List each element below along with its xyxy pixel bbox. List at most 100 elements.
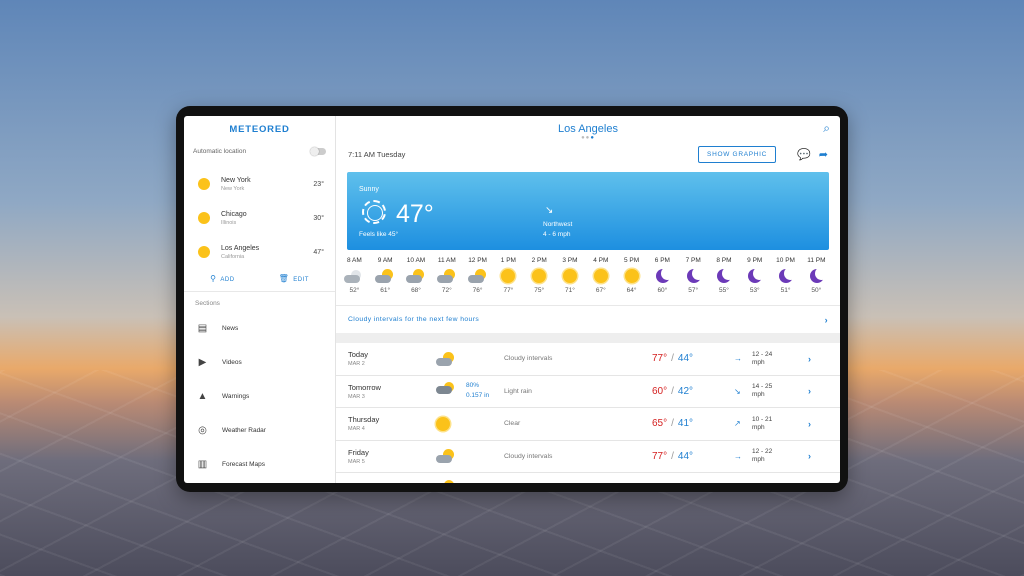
day-date: MAR 3 — [348, 393, 365, 400]
hour-temp: 67° — [595, 287, 606, 294]
day-date: MAR 5 — [348, 458, 365, 465]
hour-temp: 64° — [626, 287, 637, 294]
hour-time: 8 AM — [346, 257, 362, 264]
location-pin-icon: ⚲ — [210, 273, 217, 283]
city-region: Illinois — [221, 219, 237, 226]
hour-temp: 68° — [411, 287, 421, 294]
hour-temp: 75° — [534, 287, 545, 294]
sun-icon — [624, 269, 639, 283]
section-item-warnings[interactable]: ▲ Warnings — [184, 379, 335, 413]
hour-time: 4 PM — [593, 257, 609, 264]
daily-row[interactable]: Thursday MAR 4 Clear 65°/41° ↗ 10 - 21 mph › — [336, 408, 840, 441]
current-conditions-card: Sunny 47° Feels like 45° ↘ Northwest 4 -… — [347, 172, 829, 250]
day-date: MAR 4 — [348, 426, 365, 433]
city-temp: 47° — [313, 248, 324, 256]
city-title: Los Angeles — [558, 123, 618, 135]
section-label: News — [222, 324, 239, 332]
high-temp: 77° — [652, 450, 668, 462]
news-icon: ▤ — [197, 322, 208, 334]
day-icon-wrap — [436, 449, 466, 464]
hour-time: 9 PM — [747, 257, 763, 264]
section-item-videos[interactable]: ▶ Videos — [184, 345, 335, 379]
show-graphic-button[interactable]: SHOW GRAPHIC — [698, 145, 777, 163]
wind-direction-arrow-icon: ↘ — [545, 205, 554, 216]
hour-temp: 71° — [565, 287, 575, 294]
high-temp: 60° — [652, 385, 668, 397]
wind-arrow-icon: → — [734, 354, 742, 364]
day-wind: 12 - 22 mph — [752, 448, 808, 464]
hour-item: 8 AM 52° — [339, 257, 370, 294]
temp-separator: / — [671, 353, 674, 365]
hour-time: 11 AM — [437, 257, 456, 264]
day-wind: 14 - 25 mph — [752, 383, 808, 399]
wind-unit: mph — [752, 456, 765, 464]
chevron-right-icon: › — [808, 418, 811, 429]
daily-row[interactable]: Friday MAR 5 Cloudy intervals 77°/44° → 12 - … — [336, 441, 840, 473]
hour-time: 8 PM — [716, 257, 732, 264]
hour-item: 2 PM 75° — [524, 257, 555, 294]
wind-arrow-icon: ↗ — [734, 419, 741, 429]
sun-icon — [562, 269, 577, 283]
section-item-weather-radar[interactable]: ◎ Weather Radar — [184, 413, 335, 447]
chat-icon[interactable]: 💬 — [797, 148, 811, 161]
hour-time: 3 PM — [562, 257, 578, 264]
edit-cities-button[interactable]: 🗑 EDIT — [279, 274, 309, 283]
city-item[interactable]: New York New York 23° — [184, 167, 335, 201]
hour-icon-wrap — [401, 267, 432, 285]
hour-icon-wrap — [431, 267, 462, 285]
moon-icon — [717, 266, 736, 284]
section-item-news[interactable]: ▤ News — [184, 311, 335, 345]
section-label: Videos — [222, 358, 242, 366]
hour-time: 10 PM — [776, 257, 795, 264]
city-item[interactable]: Los Angeles California 47° — [184, 235, 335, 269]
share-icon[interactable]: ➦ — [819, 148, 828, 161]
wind-range: 12 - 22 — [752, 448, 773, 456]
sun-icon — [532, 269, 547, 283]
hour-time: 6 PM — [654, 257, 670, 264]
city-temp: 23° — [313, 180, 324, 188]
chevron-right-icon: › — [808, 353, 811, 364]
hour-time: 12 PM — [468, 257, 487, 264]
section-item-forecast-maps[interactable]: ▥ Forecast Maps — [184, 447, 335, 481]
city-region: California — [221, 253, 245, 260]
daily-row[interactable]: Saturday´´60%7 - 22 — [336, 473, 840, 483]
hour-icon-wrap — [678, 266, 709, 285]
hour-time: 5 PM — [623, 257, 640, 264]
hour-item: 11 AM 72° — [431, 257, 462, 294]
hour-time: 9 AM — [377, 257, 393, 264]
hour-item: 6 PM 60° — [647, 257, 678, 294]
warning-icon: ▲ — [197, 390, 208, 402]
automatic-location-toggle[interactable] — [310, 147, 326, 156]
hour-temp: 72° — [441, 287, 452, 294]
hour-temp: 76° — [472, 287, 483, 294]
temp-separator: / — [671, 418, 674, 430]
hour-temp: 55° — [719, 287, 729, 294]
page-indicator: ●●● — [581, 135, 595, 141]
wind-range: 10 - 21 — [752, 415, 773, 423]
hour-icon-wrap — [370, 267, 401, 285]
hour-icon-wrap — [739, 266, 770, 285]
hourly-forecast[interactable]: 8 AM 52° 9 AM 61° 10 AM 68° 11 AM 72° 12 PM 76° 1 … — [339, 257, 840, 294]
daily-row[interactable]: Today MAR 2 Cloudy intervals 77°/44° → 12 - 2… — [336, 343, 840, 376]
forecast-summary-row[interactable]: Cloudy intervals for the next few hours … — [336, 305, 840, 333]
city-item[interactable]: Chicago Illinois 30° — [184, 201, 335, 235]
daily-row[interactable]: Tomorrow MAR 3 ´´ 80% 0.157 in Light rain 60° /… — [336, 376, 840, 408]
day-wind: 10 - 21 mph — [752, 416, 808, 432]
search-icon[interactable]: ⌕ — [823, 121, 830, 136]
tablet-frame: METEORED Automatic location New York New … — [176, 106, 848, 492]
add-city-button[interactable]: ⚲ ADD — [210, 274, 235, 283]
chevron-right-icon: › — [808, 451, 811, 462]
sunny-icon — [362, 200, 386, 224]
day-icon-wrap — [436, 416, 466, 431]
moon-icon — [748, 266, 767, 284]
city-text: Los Angeles California — [221, 245, 313, 260]
sun-icon — [436, 416, 450, 431]
hour-item: 10 PM 51° — [770, 257, 801, 294]
day-col: Today MAR 2 — [348, 350, 436, 367]
wind-unit: mph — [752, 391, 765, 399]
day-precip: 80% 0.157 in — [466, 381, 504, 401]
top-bar: 7:11 AM Tuesday SHOW GRAPHIC 💬 ➦ — [336, 144, 840, 164]
hour-temp: 61° — [380, 287, 391, 294]
day-condition: Clear — [504, 420, 521, 428]
partly-cloudy-icon — [405, 269, 426, 283]
